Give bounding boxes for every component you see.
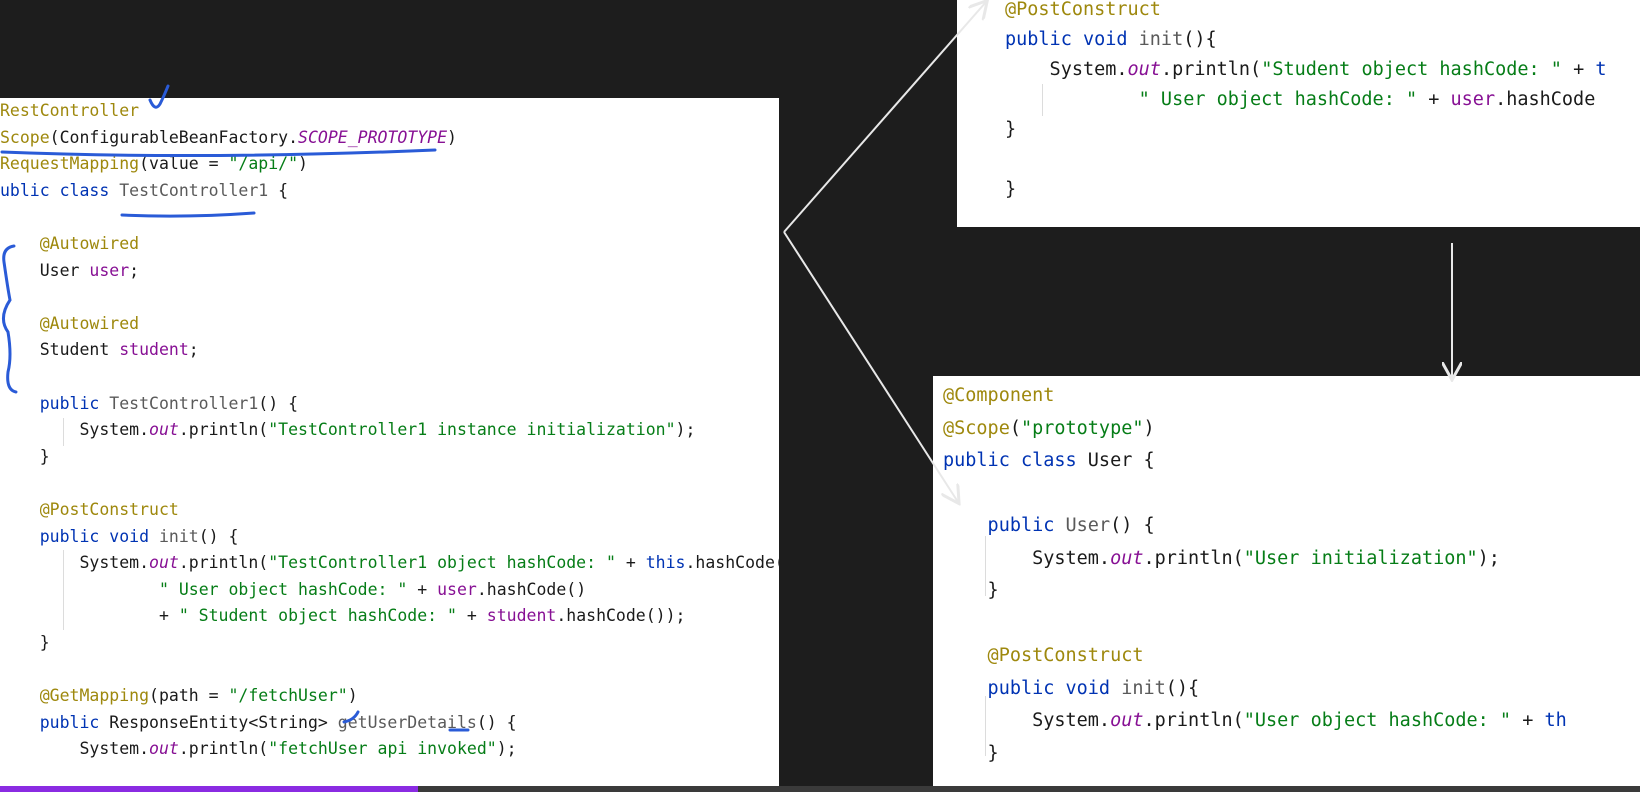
pen-checkmark [148,84,170,109]
pen-underline-classname [120,211,256,218]
annotation-overlay [0,0,1640,732]
arrow-to-user-panel [783,231,958,502]
pen-brace [2,244,18,394]
arrow-to-student-panel [783,2,986,233]
pen-tick-getmapping [342,710,360,724]
pen-underline-scope [0,148,437,158]
